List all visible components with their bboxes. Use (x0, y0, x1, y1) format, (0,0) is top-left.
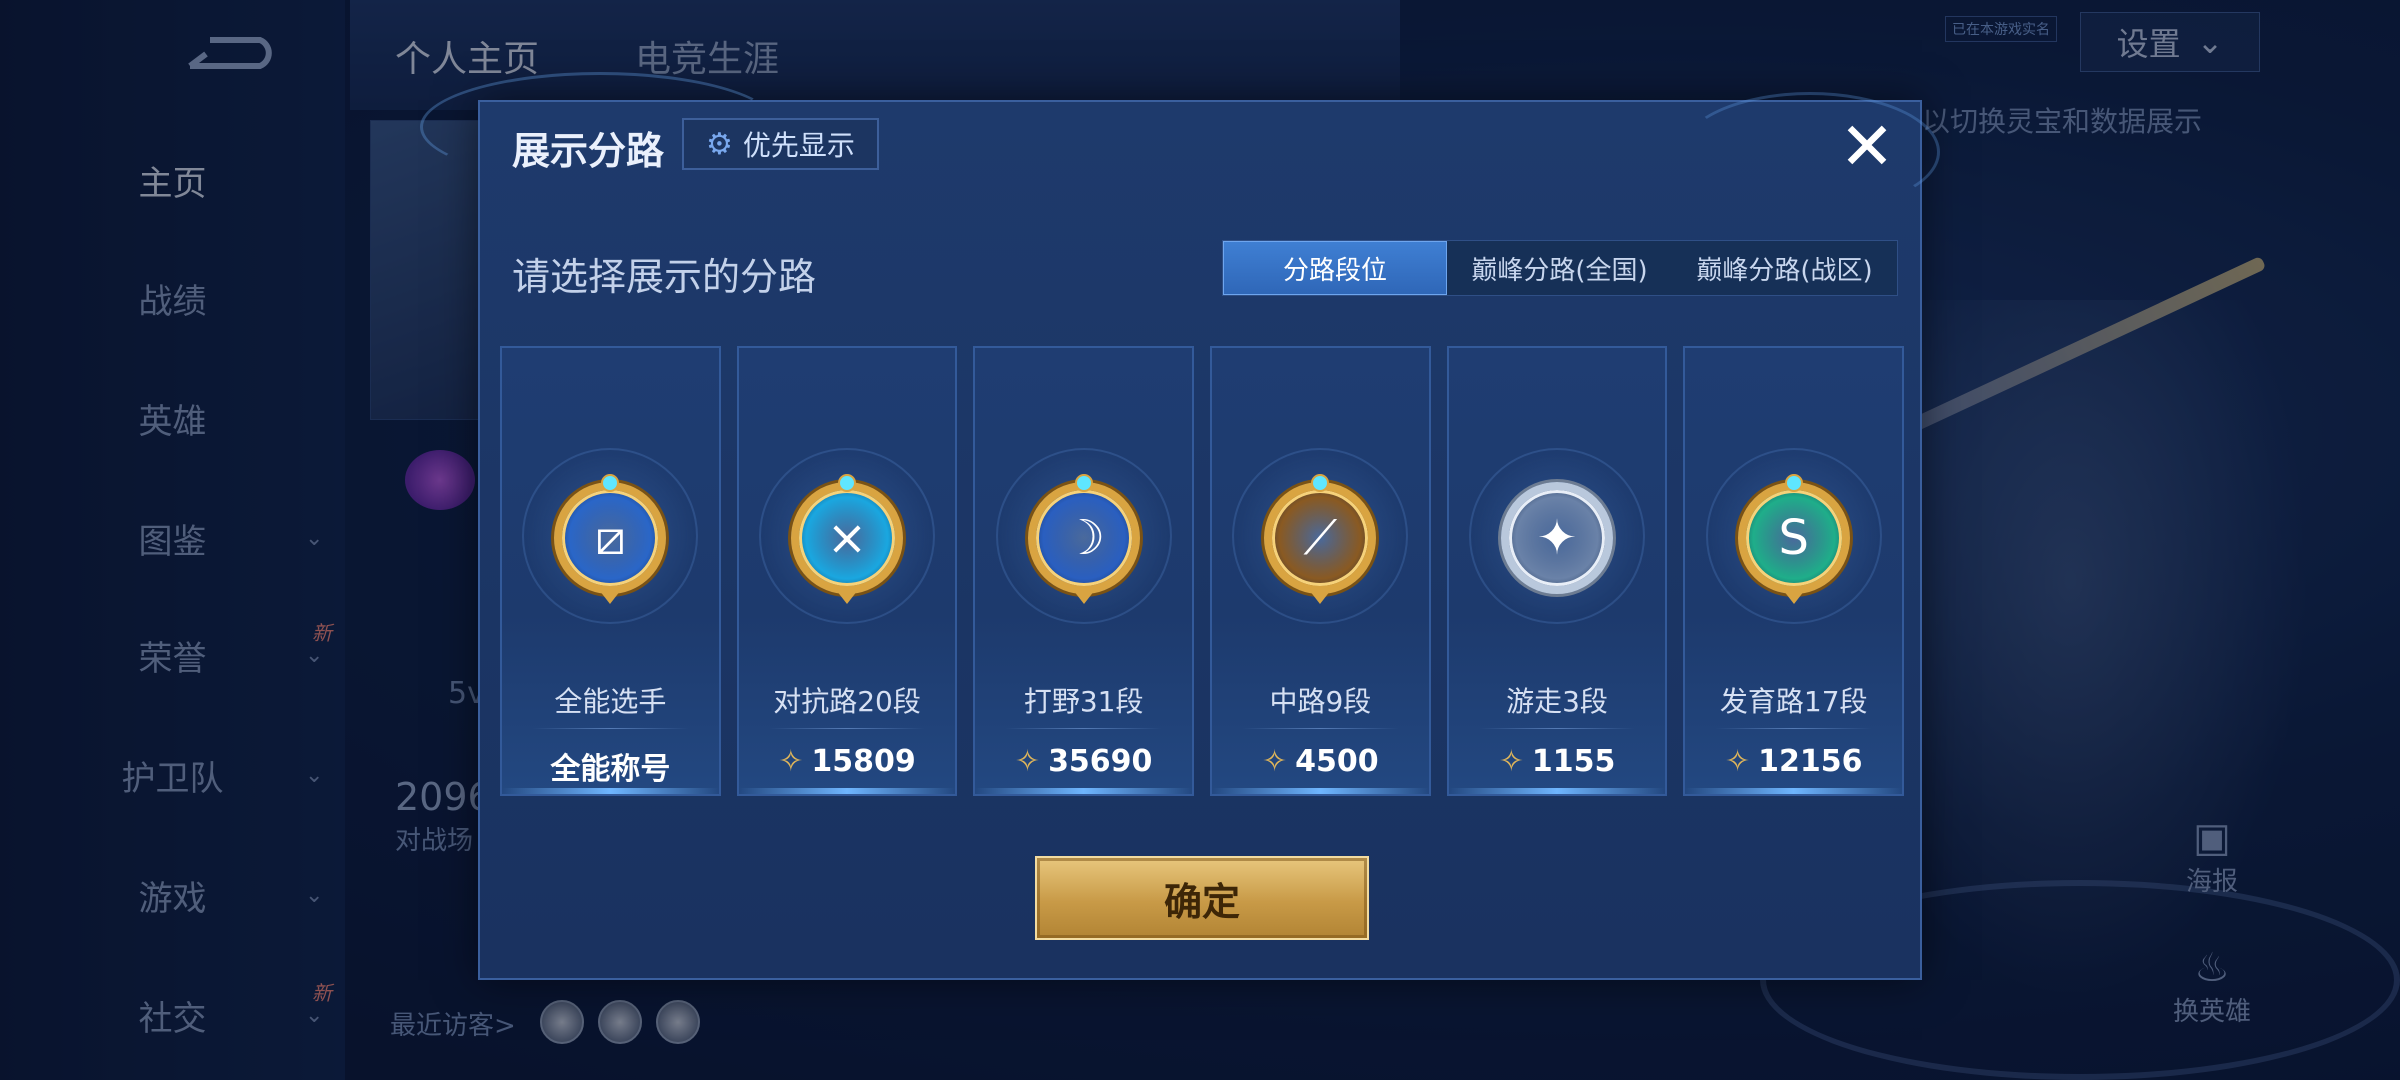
lane-score-value: 1155 (1531, 744, 1616, 779)
lane-score-value: 12156 (1758, 744, 1863, 779)
lane-score: ✧ 35690 (975, 744, 1192, 779)
lane-card[interactable]: ⧄ 全能选手全能称号 (500, 346, 721, 796)
lane-emblem-icon: ✦ (1501, 482, 1614, 594)
lane-score: 全能称号 (502, 744, 719, 788)
lane-card[interactable]: ⨯ 对抗路20段 ✧ 15809 (736, 346, 958, 796)
lane-tab[interactable]: 分路段位 (1223, 241, 1447, 295)
lane-score-value: 15809 (811, 744, 916, 779)
lane-score-value: 4500 (1295, 744, 1379, 779)
emblem-gem (1784, 474, 1803, 492)
lane-card-list: ⧄ 全能选手 全能称号 ⨯ 对抗路20段 ✧ 15809 ☽ 打野31段 ✧ 35690 ⟋ 中路9段 ✧… (500, 346, 1905, 796)
lane-rank-label: 对抗路20段 (773, 685, 921, 718)
emblem-gem (1074, 474, 1093, 492)
score-star-icon: ✧ (1498, 744, 1524, 779)
lane-rank-label: 中路9段 (1269, 685, 1372, 718)
lane-card[interactable]: ✦ 游走3段 ✧ 1155 (1446, 346, 1668, 796)
score-star-icon: ✧ (1262, 744, 1288, 779)
lane-card[interactable]: ☽ 打野31段 ✧ 35690 (973, 346, 1195, 796)
emblem-point (1069, 586, 1098, 604)
score-star-icon: ✧ (1014, 744, 1041, 779)
lane-score: ✧ 12156 (1685, 744, 1902, 779)
lane-display-dialog: 展示分路 ⚙ 优先显示 ✕ 请选择展示的分路 分路段位 巅峰分路(全国) 巅峰分路(… (420, 72, 1940, 980)
lane-rank-label: 发育路17段 (1719, 685, 1868, 718)
divider (1242, 728, 1399, 729)
priority-display-label: 优先显示 (742, 129, 855, 162)
lane-emblem-icon: ⧄ (554, 482, 667, 594)
confirm-button[interactable]: 确定 (1035, 856, 1369, 940)
emblem-point (1306, 586, 1335, 604)
lane-score: ✧ 1155 (1449, 744, 1666, 779)
close-icon[interactable]: ✕ (1832, 112, 1902, 182)
emblem-point (833, 586, 861, 604)
lane-score-value: 35690 (1048, 744, 1153, 779)
lane-emblem-icon: ⟋ (1264, 482, 1377, 594)
divider (1715, 728, 1873, 729)
lane-card[interactable]: S 发育路17段 ✧ 12156 (1683, 346, 1905, 796)
lane-rank-label: 打野31段 (1023, 685, 1144, 718)
lane-score: ✧ 15809 (739, 744, 956, 779)
lane-tab-group: 分路段位 巅峰分路(全国) 巅峰分路(战区) (1222, 240, 1898, 296)
lane-emblem-icon: S (1737, 482, 1850, 594)
divider (768, 728, 926, 729)
lane-score-value: 全能称号 (550, 752, 671, 787)
lane-tab[interactable]: 巅峰分路(战区) (1672, 241, 1897, 295)
score-star-icon: ✧ (778, 744, 804, 779)
lane-rank-label: 全能选手 (554, 685, 667, 718)
emblem-gem (838, 474, 856, 492)
lane-rank-label: 游走3段 (1506, 685, 1608, 718)
divider (1478, 728, 1636, 729)
divider (532, 728, 689, 729)
lane-tab[interactable]: 巅峰分路(全国) (1447, 241, 1672, 295)
lane-emblem-icon: ☽ (1027, 482, 1140, 594)
lane-card[interactable]: ⟋ 中路9段 ✧ 4500 (1210, 346, 1431, 796)
dialog-title: 展示分路 (512, 129, 665, 173)
divider (1005, 728, 1163, 729)
dialog-subtitle: 请选择展示的分路 (512, 255, 817, 299)
emblem-point (596, 586, 625, 604)
emblem-point (1779, 586, 1808, 604)
lane-emblem-icon: ⨯ (791, 482, 903, 594)
gear-icon: ⚙ (706, 126, 733, 162)
lane-score: ✧ 4500 (1212, 744, 1429, 779)
score-star-icon: ✧ (1724, 744, 1751, 779)
priority-display-button[interactable]: ⚙ 优先显示 (682, 118, 879, 170)
